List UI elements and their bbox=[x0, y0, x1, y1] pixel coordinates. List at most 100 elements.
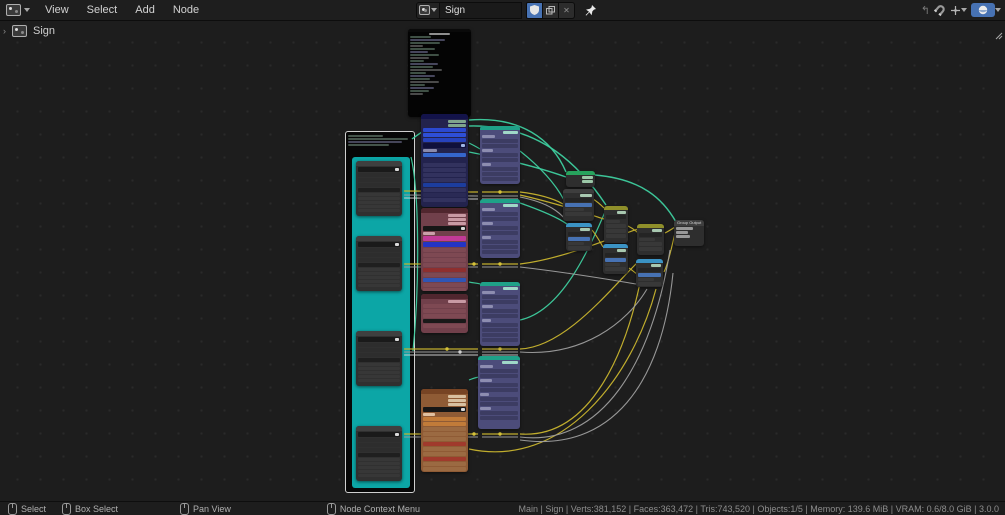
node-row[interactable] bbox=[423, 462, 466, 466]
node-row[interactable] bbox=[639, 247, 662, 251]
new-copy-button[interactable] bbox=[543, 1, 559, 19]
node-row[interactable] bbox=[606, 234, 626, 238]
image-node-3[interactable] bbox=[356, 331, 402, 386]
node-row[interactable] bbox=[482, 217, 518, 221]
node-row[interactable] bbox=[482, 236, 491, 239]
node-row[interactable] bbox=[482, 240, 518, 244]
math-node-3[interactable] bbox=[603, 244, 628, 274]
node-row[interactable] bbox=[605, 263, 620, 266]
node-group-red-small[interactable] bbox=[421, 294, 468, 333]
node-row[interactable] bbox=[565, 198, 592, 202]
node-row[interactable] bbox=[423, 133, 466, 137]
node-row[interactable] bbox=[448, 120, 466, 123]
overlays-toggle[interactable] bbox=[971, 3, 995, 17]
node-row[interactable] bbox=[639, 238, 656, 241]
node-row[interactable] bbox=[423, 149, 438, 152]
pin-button[interactable] bbox=[584, 4, 597, 17]
menu-view[interactable]: View bbox=[36, 0, 78, 20]
node-row[interactable] bbox=[423, 457, 466, 461]
node-row[interactable] bbox=[358, 337, 400, 342]
node-row[interactable] bbox=[423, 268, 466, 272]
node-row[interactable] bbox=[423, 432, 466, 436]
node-row[interactable] bbox=[423, 319, 466, 323]
node-row[interactable] bbox=[482, 149, 494, 152]
node-row[interactable] bbox=[480, 379, 492, 382]
node-row[interactable] bbox=[358, 193, 400, 196]
node-row[interactable] bbox=[358, 470, 400, 473]
node-row[interactable] bbox=[358, 466, 400, 469]
node-row[interactable] bbox=[448, 399, 466, 402]
node-row[interactable] bbox=[565, 203, 592, 207]
node-row[interactable] bbox=[606, 215, 626, 219]
node-row[interactable] bbox=[358, 183, 400, 187]
node-row[interactable] bbox=[358, 248, 400, 252]
node-row[interactable] bbox=[638, 273, 661, 277]
node-row[interactable] bbox=[423, 447, 466, 451]
node-row[interactable] bbox=[580, 228, 590, 231]
node-row[interactable] bbox=[358, 167, 400, 172]
node-row[interactable] bbox=[423, 153, 466, 157]
node-row[interactable] bbox=[423, 242, 466, 247]
node-header[interactable] bbox=[421, 114, 468, 119]
node-row[interactable] bbox=[605, 253, 626, 257]
node-row[interactable] bbox=[581, 180, 593, 183]
node-row[interactable] bbox=[358, 375, 400, 378]
info-panel-node[interactable] bbox=[408, 29, 471, 117]
area-corner-widget[interactable] bbox=[995, 27, 1003, 45]
node-row[interactable] bbox=[502, 287, 518, 290]
node-row[interactable] bbox=[423, 232, 435, 235]
node-row[interactable] bbox=[480, 365, 494, 368]
group-output-node[interactable]: Group Output bbox=[674, 220, 704, 246]
transform-node-3[interactable] bbox=[480, 282, 520, 346]
tree-name-input[interactable]: Sign bbox=[440, 1, 522, 19]
node-row[interactable] bbox=[482, 231, 518, 235]
join-geometry-node[interactable] bbox=[566, 171, 595, 187]
node-row[interactable] bbox=[358, 462, 400, 465]
node-row[interactable] bbox=[480, 393, 490, 396]
node-row[interactable] bbox=[358, 363, 400, 366]
node-row[interactable] bbox=[358, 379, 400, 382]
node-group-blue[interactable] bbox=[421, 114, 468, 207]
node-row[interactable] bbox=[580, 194, 592, 197]
node-row[interactable] bbox=[480, 402, 518, 406]
node-row[interactable] bbox=[448, 214, 466, 217]
node-row[interactable] bbox=[358, 284, 400, 287]
node-row[interactable] bbox=[358, 343, 400, 347]
node-row[interactable] bbox=[482, 323, 518, 327]
node-row[interactable] bbox=[358, 432, 400, 437]
node-row[interactable] bbox=[482, 212, 518, 216]
node-row[interactable] bbox=[423, 427, 466, 431]
node-row[interactable] bbox=[480, 411, 518, 415]
node-row[interactable] bbox=[482, 135, 495, 138]
node-row[interactable] bbox=[605, 258, 626, 262]
image-node-4[interactable] bbox=[356, 426, 402, 481]
node-row[interactable] bbox=[358, 201, 400, 204]
node-row[interactable] bbox=[423, 193, 466, 197]
node-row[interactable] bbox=[423, 226, 466, 231]
snap-toggle[interactable] bbox=[933, 4, 946, 17]
node-row[interactable] bbox=[358, 242, 400, 247]
node-header[interactable] bbox=[421, 389, 468, 394]
node-row[interactable] bbox=[676, 227, 693, 230]
node-header[interactable] bbox=[566, 171, 595, 175]
node-row[interactable] bbox=[482, 319, 491, 322]
node-row[interactable] bbox=[480, 407, 491, 410]
node-header[interactable] bbox=[421, 208, 468, 213]
transform-node-1[interactable] bbox=[480, 126, 520, 184]
node-row[interactable] bbox=[358, 367, 400, 370]
node-row[interactable] bbox=[423, 236, 466, 241]
node-row[interactable] bbox=[358, 263, 400, 267]
node-row[interactable] bbox=[423, 273, 466, 277]
node-header[interactable] bbox=[421, 294, 468, 299]
node-row[interactable] bbox=[482, 245, 518, 249]
node-row[interactable] bbox=[482, 328, 518, 332]
node-row[interactable] bbox=[565, 212, 592, 216]
image-node-1[interactable] bbox=[356, 161, 402, 216]
node-row[interactable] bbox=[358, 280, 400, 283]
node-row[interactable] bbox=[482, 139, 518, 143]
node-header[interactable] bbox=[356, 236, 402, 241]
node-row[interactable] bbox=[482, 291, 495, 294]
math-node-2[interactable] bbox=[566, 223, 592, 251]
node-row[interactable] bbox=[358, 371, 400, 374]
node-header[interactable] bbox=[356, 331, 402, 336]
